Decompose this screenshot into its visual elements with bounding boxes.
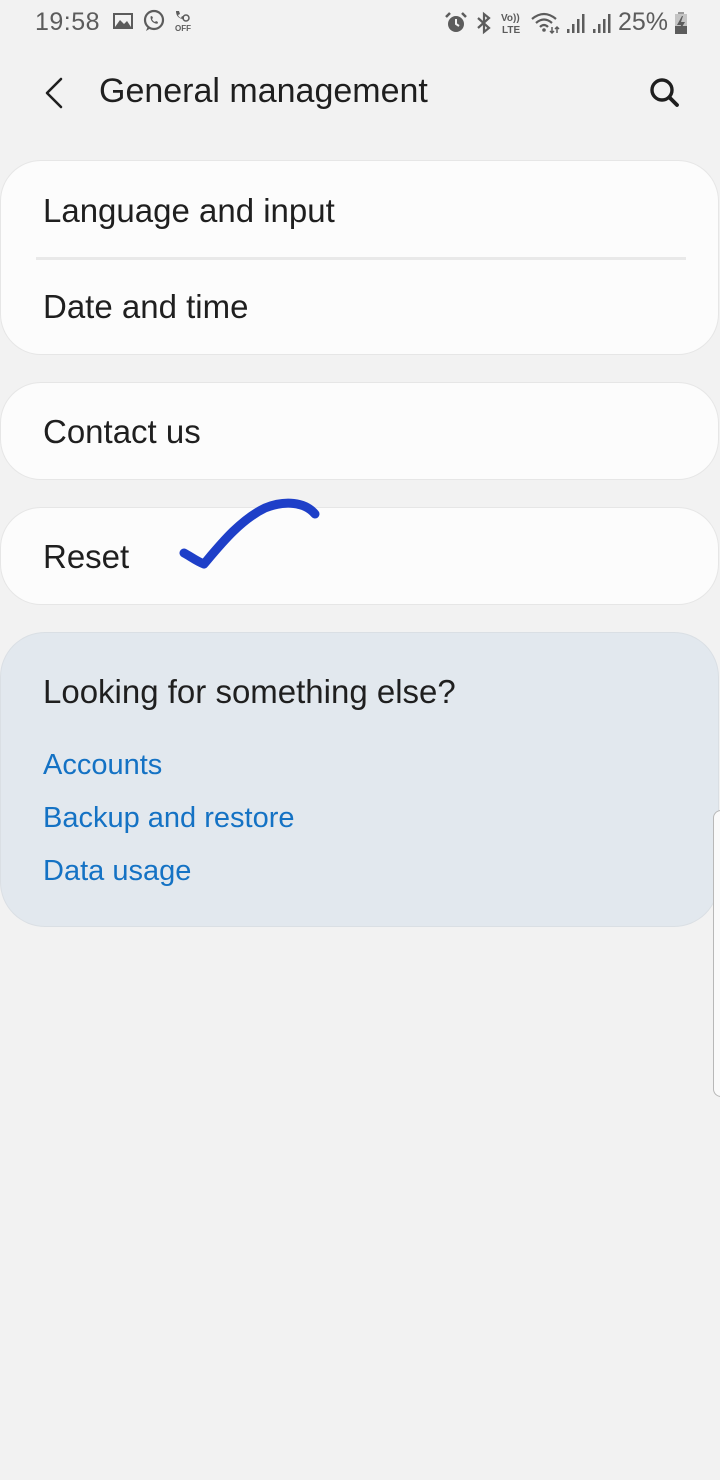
reset-item[interactable]: Reset: [43, 538, 129, 576]
gallery-icon: [113, 13, 133, 29]
whatsapp-icon: [143, 9, 165, 31]
date-and-time-item[interactable]: Date and time: [43, 288, 248, 326]
wifi-icon: [531, 12, 560, 34]
settings-group-1: Language and input Date and time: [1, 161, 718, 354]
alarm-icon: [445, 11, 467, 32]
battery-percent: 25%: [617, 8, 668, 36]
scrollbar-thumb[interactable]: [713, 810, 720, 1097]
volte-icon: Vo)) LTE: [501, 13, 520, 36]
svg-text:Vo)): Vo)): [501, 13, 520, 24]
checkmark-annotation-icon: [179, 498, 320, 569]
battery-charging-icon: [675, 11, 687, 34]
status-bar: 19:58 OFF Vo)) LTE 25%: [0, 0, 720, 45]
search-icon: [650, 78, 679, 107]
language-and-input-item[interactable]: Language and input: [43, 192, 335, 230]
settings-group-3: Reset: [1, 508, 718, 604]
system-icons: Vo)) LTE 25%: [444, 8, 688, 37]
signal-1-icon: [566, 13, 585, 33]
page-title: General management: [99, 72, 428, 110]
status-time: 19:58: [35, 8, 101, 36]
svg-text:LTE: LTE: [502, 25, 520, 36]
settings-group-2: Contact us: [1, 383, 718, 479]
contact-us-item[interactable]: Contact us: [43, 413, 201, 451]
svg-text:OFF: OFF: [175, 24, 191, 33]
call-auto-off-icon: OFF: [175, 11, 191, 33]
search-button[interactable]: [644, 72, 684, 112]
data-usage-link[interactable]: Data usage: [43, 855, 191, 888]
suggestions-title: Looking for something else?: [43, 673, 456, 710]
accounts-link[interactable]: Accounts: [43, 749, 162, 782]
backup-and-restore-link[interactable]: Backup and restore: [43, 802, 294, 835]
bluetooth-icon: [477, 11, 491, 34]
signal-2-icon: [592, 13, 611, 33]
notification-icons: OFF: [112, 9, 192, 33]
chevron-left-icon: [45, 77, 63, 109]
suggestions-card: Looking for something else? Accounts Bac…: [1, 633, 718, 926]
app-bar: General management: [0, 60, 720, 126]
divider: [36, 257, 686, 260]
back-button[interactable]: [36, 72, 76, 112]
